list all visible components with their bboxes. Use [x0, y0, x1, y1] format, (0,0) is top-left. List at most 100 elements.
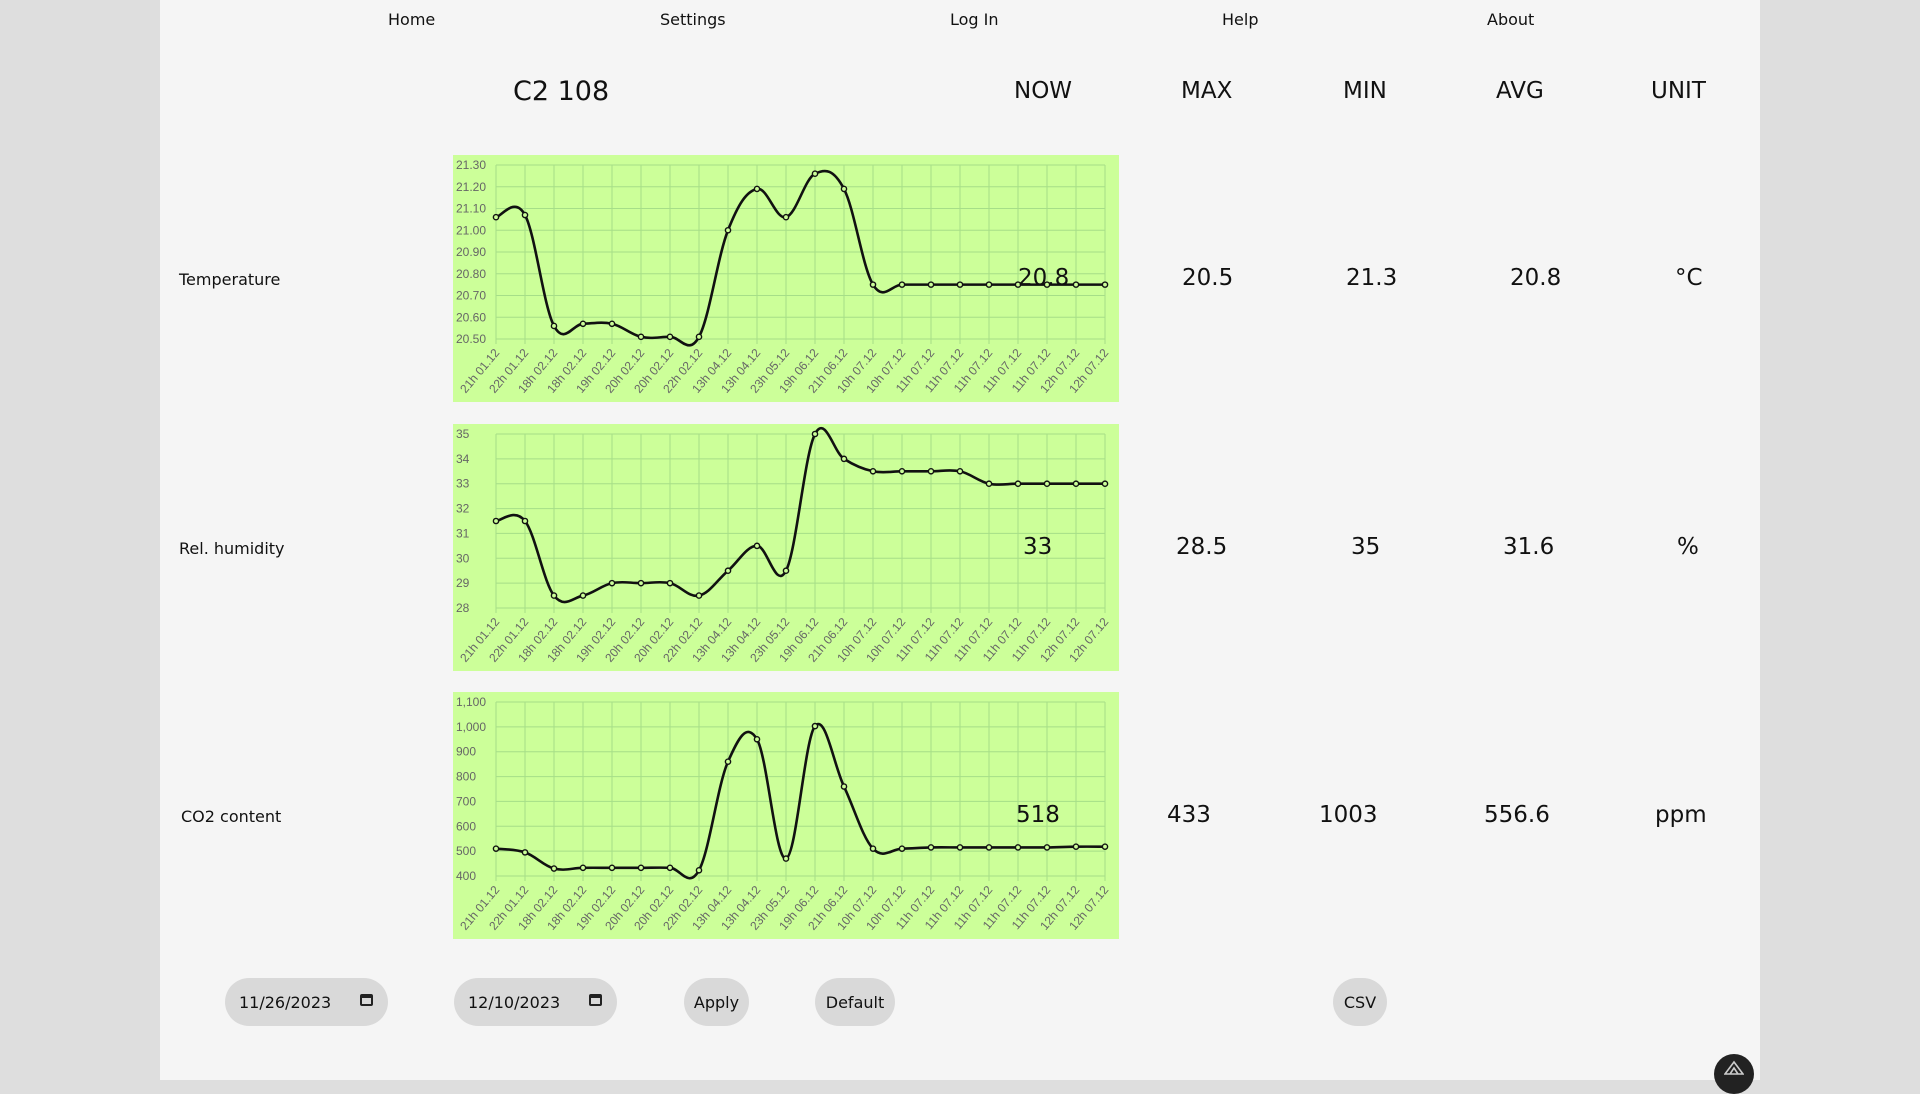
data-point	[869, 281, 877, 288]
data-point	[1101, 843, 1109, 850]
data-point	[1043, 844, 1051, 851]
data-point	[898, 281, 906, 288]
start-date-input[interactable]: 11/26/2023	[225, 978, 388, 1026]
data-point	[666, 579, 674, 587]
data-point	[608, 864, 616, 872]
calendar-icon[interactable]	[360, 994, 373, 1006]
data-point	[898, 845, 906, 852]
y-tick-label: 20.80	[456, 267, 486, 281]
data-point	[782, 855, 790, 862]
col-max: MAX	[1181, 78, 1233, 104]
nav-about[interactable]: About	[1487, 10, 1534, 29]
data-point	[608, 320, 616, 328]
y-tick-label: 31	[456, 526, 470, 540]
data-point	[840, 783, 848, 790]
co2-now: 518	[1016, 802, 1060, 828]
end-date-value: 12/10/2023	[468, 992, 561, 1012]
data-point	[985, 844, 993, 851]
nav-home[interactable]: Home	[388, 10, 435, 29]
data-point	[811, 430, 819, 438]
temperature-unit: °C	[1675, 265, 1703, 291]
y-tick-label: 500	[456, 844, 476, 858]
data-point	[1072, 480, 1080, 488]
csv-button[interactable]: CSV	[1333, 978, 1387, 1026]
data-point	[840, 455, 848, 463]
temperature-max: 20.5	[1182, 265, 1234, 291]
data-point	[695, 333, 703, 341]
humidity-min: 35	[1351, 534, 1381, 560]
data-point	[579, 864, 587, 872]
humidity-chart: 35 34 33 32 31 30 29 28 21h 01.12 22h 01.12 18h 02…	[453, 424, 1119, 671]
y-tick-label: 800	[456, 770, 476, 784]
room-title: C2 108	[513, 76, 610, 107]
data-point	[492, 517, 500, 525]
y-tick-label: 21.20	[456, 180, 486, 194]
data-point	[898, 467, 906, 475]
start-date-value: 11/26/2023	[239, 992, 332, 1012]
corner-badge-icon[interactable]	[1714, 1054, 1754, 1094]
data-point	[550, 865, 558, 872]
nav-login[interactable]: Log In	[950, 10, 999, 29]
data-point	[927, 281, 935, 288]
nav-help[interactable]: Help	[1222, 10, 1258, 29]
series-line	[495, 426, 1105, 604]
data-point	[695, 592, 703, 599]
y-tick-label: 29	[456, 576, 470, 590]
data-point	[579, 592, 587, 599]
data-point	[637, 333, 645, 341]
calendar-icon[interactable]	[589, 994, 602, 1006]
data-point	[811, 722, 819, 730]
data-point	[550, 592, 558, 599]
y-tick-label: 20.90	[456, 245, 486, 259]
apply-button[interactable]: Apply	[684, 978, 749, 1026]
y-tick-label: 1,100	[456, 695, 486, 709]
data-point	[782, 567, 790, 575]
y-tick-label: 35	[456, 427, 470, 441]
y-tick-label: 21.00	[456, 223, 486, 237]
data-point	[869, 467, 877, 475]
data-point	[695, 866, 703, 874]
data-point	[956, 281, 964, 288]
default-button[interactable]: Default	[815, 978, 895, 1026]
row-label-humidity: Rel. humidity	[179, 539, 285, 558]
y-tick-label: 34	[456, 452, 470, 466]
humidity-unit: %	[1677, 534, 1699, 560]
data-point	[637, 864, 645, 872]
co2-min: 1003	[1319, 802, 1378, 828]
data-point	[521, 211, 529, 219]
data-point	[840, 185, 848, 193]
data-point	[724, 226, 732, 234]
data-point	[956, 844, 964, 851]
data-point	[753, 542, 761, 550]
y-tick-label: 900	[456, 745, 476, 759]
y-tick-label: 21.30	[456, 158, 486, 172]
nav-settings[interactable]: Settings	[660, 10, 726, 29]
page: Home Settings Log In Help About C2 108 N…	[160, 0, 1760, 1094]
y-tick-label: 28	[456, 601, 470, 615]
data-point	[724, 758, 732, 765]
y-tick-label: 30	[456, 551, 470, 565]
data-point	[666, 333, 674, 341]
data-point	[1072, 843, 1080, 850]
data-point	[1043, 480, 1051, 488]
data-point	[521, 849, 529, 856]
data-point	[492, 213, 500, 221]
data-point	[492, 845, 500, 852]
row-label-temperature: Temperature	[179, 270, 281, 289]
col-min: MIN	[1343, 78, 1387, 104]
data-point	[956, 467, 964, 475]
data-point	[666, 864, 674, 872]
data-point	[579, 320, 587, 328]
col-unit: UNIT	[1651, 78, 1706, 104]
humidity-avg: 31.6	[1503, 534, 1555, 560]
data-point	[985, 480, 993, 488]
temperature-avg: 20.8	[1510, 265, 1562, 291]
y-tick-label: 20.50	[456, 332, 486, 346]
data-point	[724, 567, 732, 575]
data-point	[985, 281, 993, 288]
co2-unit: ppm	[1655, 802, 1707, 828]
temperature-min: 21.3	[1346, 265, 1398, 291]
y-tick-label: 20.60	[456, 310, 486, 324]
y-tick-label: 600	[456, 819, 476, 833]
end-date-input[interactable]: 12/10/2023	[454, 978, 617, 1026]
